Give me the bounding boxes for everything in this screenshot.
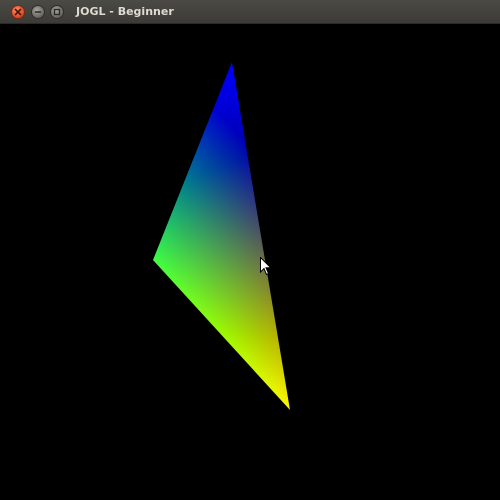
rendered-triangle (153, 62, 290, 410)
maximize-icon (53, 8, 61, 16)
app-window: JOGL - Beginner (0, 0, 500, 500)
title-bar[interactable]: JOGL - Beginner (0, 0, 500, 24)
maximize-button[interactable] (50, 5, 64, 19)
mouse-pointer-icon (260, 257, 272, 276)
close-icon (14, 8, 22, 16)
close-button[interactable] (11, 5, 25, 19)
window-title: JOGL - Beginner (76, 5, 174, 18)
minimize-button[interactable] (31, 5, 45, 19)
minimize-icon (34, 11, 42, 13)
gl-canvas[interactable] (1, 24, 499, 499)
